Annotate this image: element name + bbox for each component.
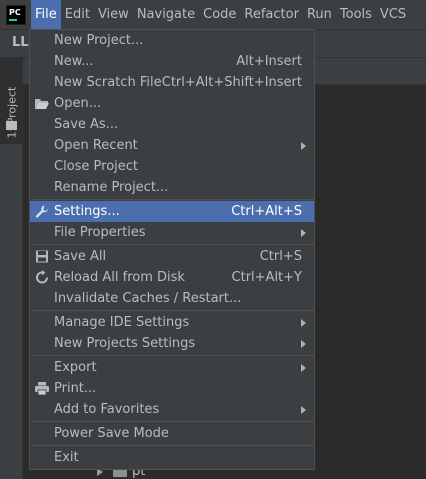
shortcut-label: Ctrl+S bbox=[259, 249, 302, 264]
menu-separator bbox=[31, 421, 314, 422]
menu-item-reload-all[interactable]: Reload All from Disk Ctrl+Alt+Y bbox=[30, 267, 314, 288]
shortcut-label: Alt+Insert bbox=[236, 54, 302, 69]
menu-item-settings[interactable]: Settings... Ctrl+Alt+S bbox=[30, 201, 314, 222]
menu-item-save-as[interactable]: Save As... bbox=[30, 114, 314, 135]
submenu-arrow-icon bbox=[301, 142, 306, 150]
submenu-arrow-icon bbox=[301, 364, 306, 372]
submenu-arrow-icon bbox=[301, 319, 306, 327]
project-tool-tab[interactable]: 1: Project bbox=[0, 58, 22, 144]
submenu-arrow-icon bbox=[301, 229, 306, 237]
pycharm-logo-icon: PC bbox=[6, 4, 26, 25]
menu-item-new-projects-settings[interactable]: New Projects Settings bbox=[30, 333, 314, 354]
menu-item-power-save-mode[interactable]: Power Save Mode bbox=[30, 423, 314, 444]
menu-item-exit[interactable]: Exit bbox=[30, 447, 314, 468]
menu-item-new-project[interactable]: New Project... bbox=[30, 30, 314, 51]
menu-item-new-scratch-file[interactable]: New Scratch File Ctrl+Alt+Shift+Insert bbox=[30, 72, 314, 93]
menu-refactor[interactable]: Refactor bbox=[240, 0, 303, 29]
shortcut-label: Ctrl+Alt+Y bbox=[231, 270, 302, 285]
shortcut-label: Ctrl+Alt+S bbox=[231, 204, 302, 219]
main-menu-bar: PC File Edit View Navigate Code Refactor… bbox=[0, 0, 426, 30]
menu-view[interactable]: View bbox=[94, 0, 133, 29]
save-icon bbox=[36, 250, 48, 263]
menu-vcs[interactable]: VCS bbox=[376, 0, 410, 29]
menu-separator bbox=[31, 445, 314, 446]
menu-item-close-project[interactable]: Close Project bbox=[30, 156, 314, 177]
reload-icon bbox=[36, 270, 48, 284]
file-menu-dropdown: New Project... New... Alt+Insert New Scr… bbox=[29, 29, 315, 470]
submenu-arrow-icon bbox=[301, 406, 306, 414]
menu-run[interactable]: Run bbox=[303, 0, 336, 29]
menu-item-print[interactable]: Print... bbox=[30, 378, 314, 399]
menu-separator bbox=[31, 199, 314, 200]
shortcut-label: Ctrl+Alt+Shift+Insert bbox=[161, 75, 302, 90]
menu-edit[interactable]: Edit bbox=[61, 0, 94, 29]
menu-item-file-properties[interactable]: File Properties bbox=[30, 222, 314, 243]
wrench-icon bbox=[35, 205, 48, 218]
menu-item-rename-project[interactable]: Rename Project... bbox=[30, 177, 314, 198]
menu-tools[interactable]: Tools bbox=[336, 0, 376, 29]
menu-code[interactable]: Code bbox=[199, 0, 240, 29]
submenu-arrow-icon bbox=[301, 340, 306, 348]
menu-item-save-all[interactable]: Save All Ctrl+S bbox=[30, 246, 314, 267]
menu-navigate[interactable]: Navigate bbox=[133, 0, 199, 29]
folder-open-icon bbox=[35, 99, 49, 109]
menu-separator bbox=[31, 310, 314, 311]
folder-icon bbox=[6, 121, 17, 130]
menu-item-open-recent[interactable]: Open Recent bbox=[30, 135, 314, 156]
menu-item-manage-ide-settings[interactable]: Manage IDE Settings bbox=[30, 312, 314, 333]
menu-item-open[interactable]: Open... bbox=[30, 93, 314, 114]
menu-file[interactable]: File bbox=[31, 0, 61, 29]
print-icon bbox=[35, 382, 49, 396]
menu-separator bbox=[31, 244, 314, 245]
menu-item-export[interactable]: Export bbox=[30, 357, 314, 378]
menu-item-add-to-favorites[interactable]: Add to Favorites bbox=[30, 399, 314, 420]
menu-separator bbox=[31, 355, 314, 356]
menu-item-invalidate-caches[interactable]: Invalidate Caches / Restart... bbox=[30, 288, 314, 309]
menu-item-new[interactable]: New... Alt+Insert bbox=[30, 51, 314, 72]
